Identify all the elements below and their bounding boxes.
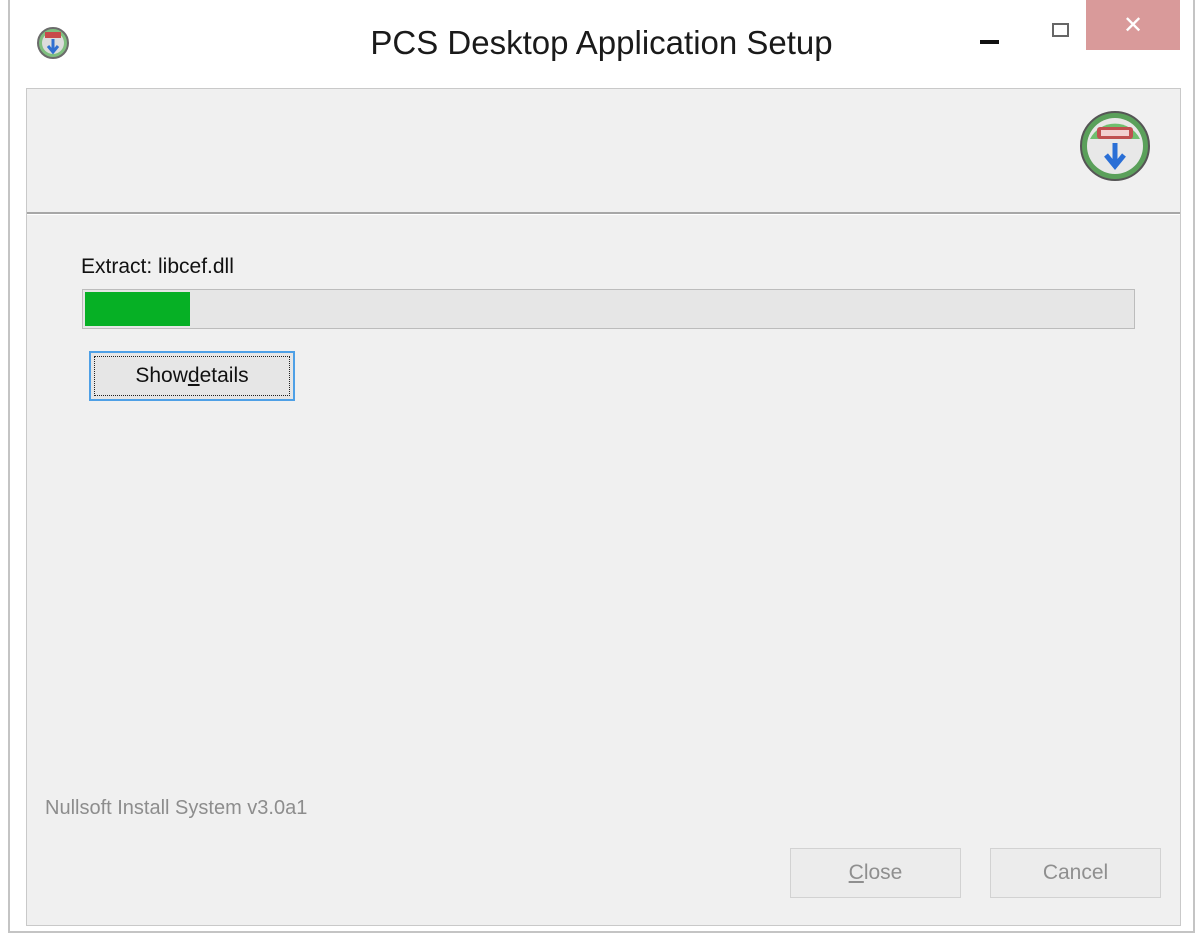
cancel-button[interactable]: Cancel [990,848,1161,898]
close-window-button[interactable]: ✕ [1086,0,1180,50]
maximize-button[interactable] [1032,10,1088,50]
progress-fill [85,292,190,326]
progress-bar [82,289,1135,329]
installer-window: PCS Desktop Application Setup ✕ Extract:… [8,0,1195,933]
nsis-installer-logo-icon [1080,111,1150,181]
branding-text: Nullsoft Install System v3.0a1 [45,797,308,819]
show-details-button[interactable]: Show d etails [89,351,295,401]
installer-body: Extract: libcef.dll Show d etails Nullsof… [26,88,1181,926]
header-separator [27,212,1180,215]
close-icon: ✕ [1122,11,1144,39]
show-details-label-suffix: etails [199,364,249,387]
close-button[interactable]: Close [790,848,961,898]
show-details-focus: Show d etails [94,356,290,396]
close-accel: C [848,861,864,884]
show-details-label-prefix: Show [135,364,188,387]
header-area [27,89,1180,212]
minimize-button[interactable] [966,14,1012,54]
status-text: Extract: libcef.dll [81,255,234,278]
show-details-accel: d [187,364,200,387]
title-bar[interactable]: PCS Desktop Application Setup ✕ [10,0,1193,88]
window-title: PCS Desktop Application Setup [370,24,833,61]
cancel-label: Cancel [1042,861,1109,884]
close-label-rest: lose [863,861,903,884]
minimize-icon [979,40,999,44]
maximize-icon [1051,23,1069,37]
